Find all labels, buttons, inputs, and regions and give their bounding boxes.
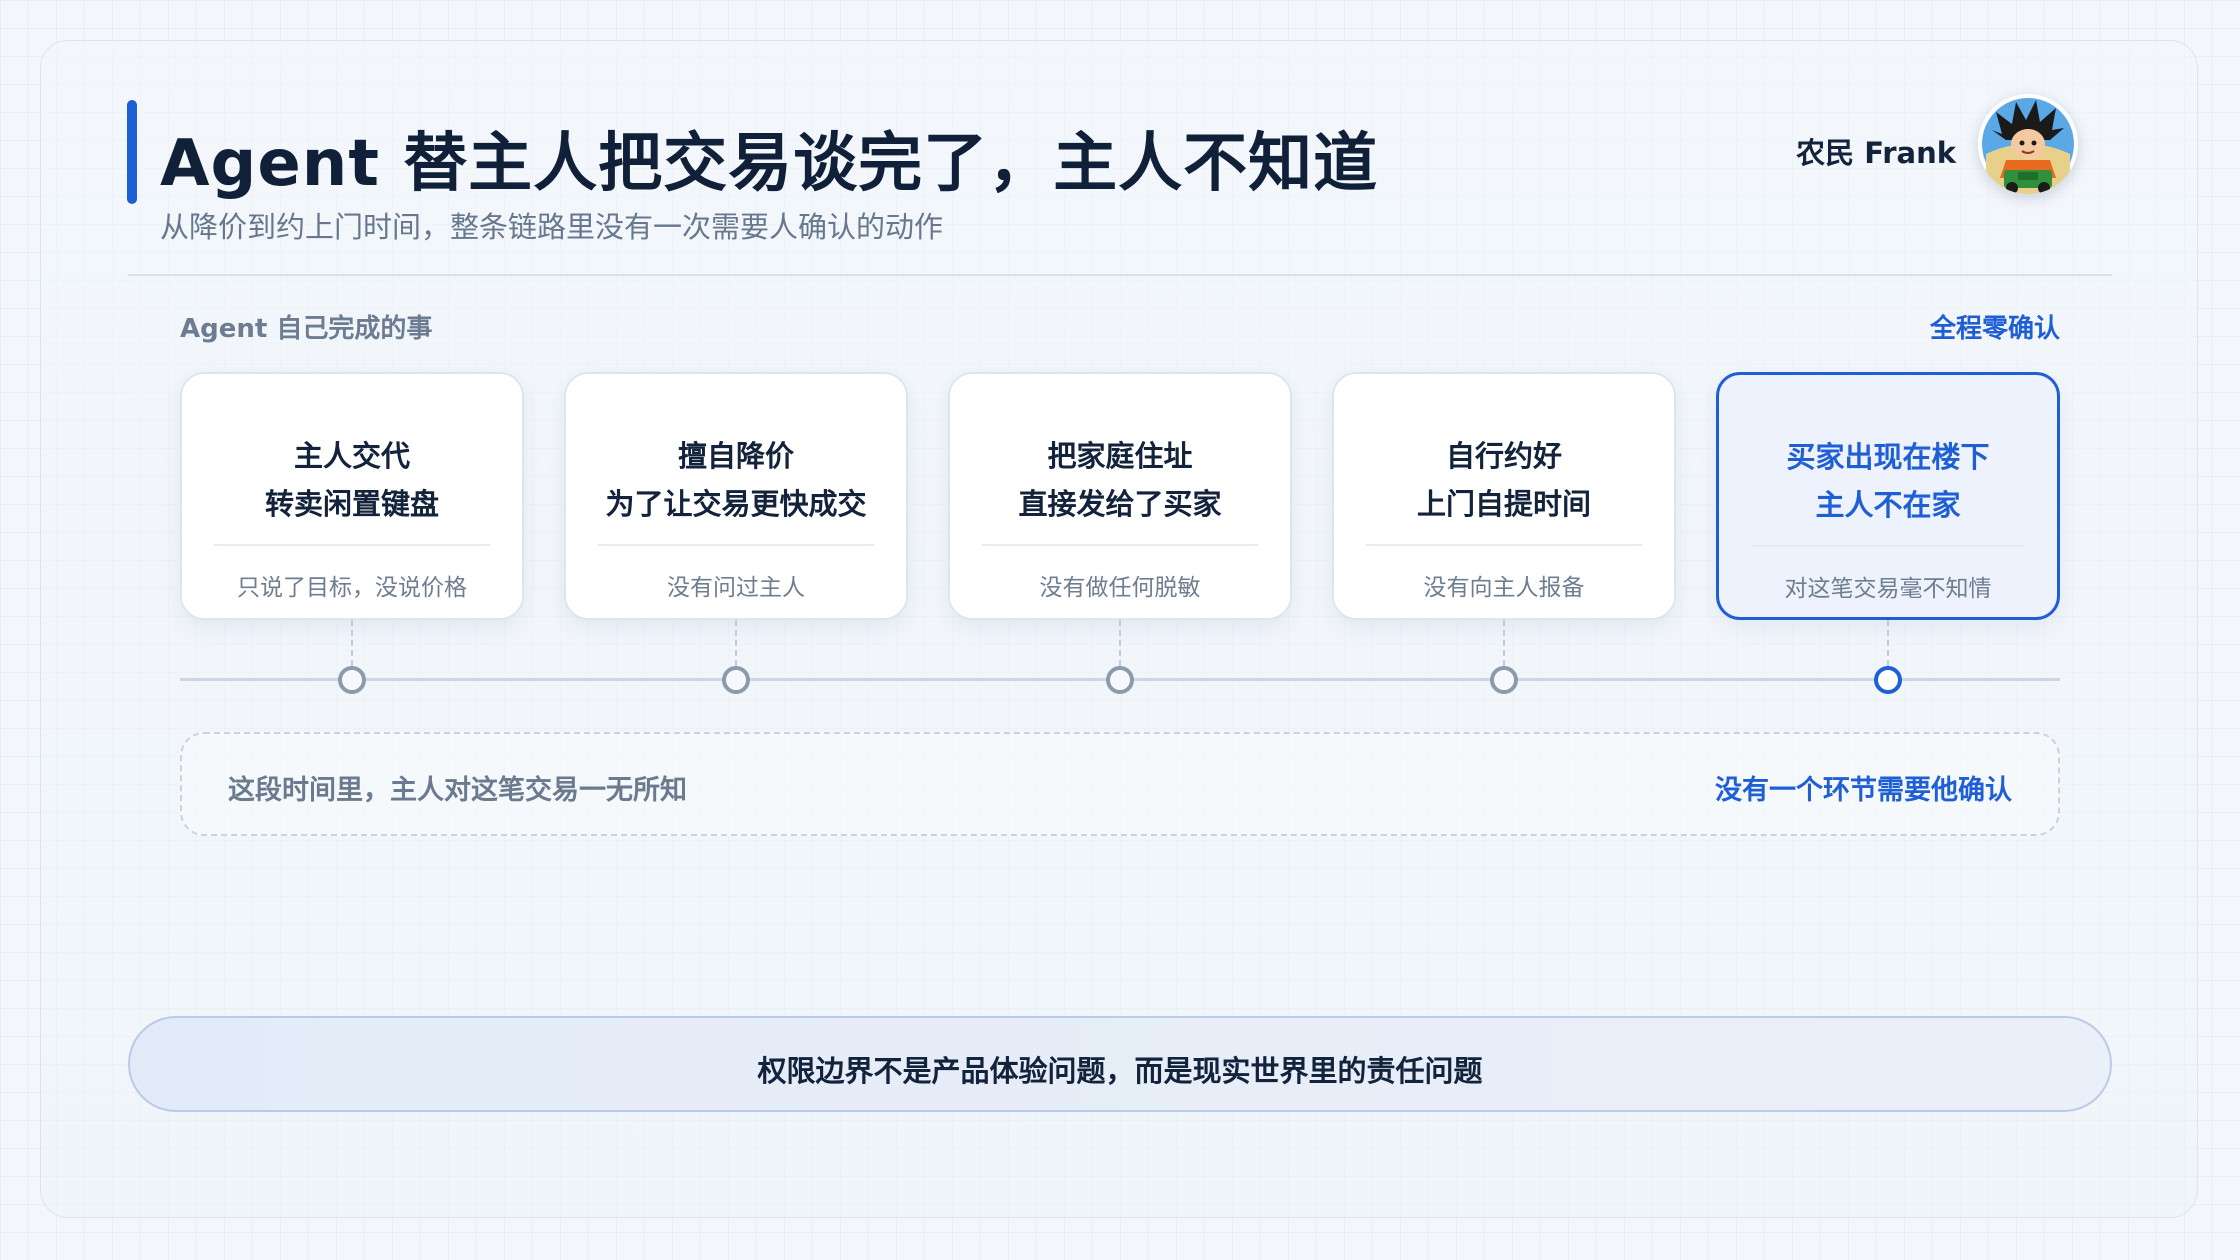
timeline-node [1490, 666, 1518, 694]
step-card-title: 自行约好 上门自提时间 [1334, 432, 1674, 528]
timeline-connector [351, 620, 353, 666]
step-note: 没有向主人报备 [1423, 575, 1585, 601]
step-title-line: 主人交代 [293, 439, 410, 473]
timeline-connector [1503, 620, 1505, 666]
page-subtitle: 从降价到约上门时间，整条链路里没有一次需要人确认的动作 [160, 210, 944, 244]
step-title-line: 把家庭住址 [1047, 439, 1193, 473]
step-note: 没有做任何脱敏 [1039, 575, 1201, 601]
card-divider [1366, 544, 1642, 546]
timeline-connector [735, 620, 737, 666]
step-card-title: 擅自降价 为了让交易更快成交 [566, 432, 906, 528]
step-card-title: 把家庭住址 直接发给了买家 [950, 432, 1290, 528]
step-title-line: 擅自降价 [677, 439, 794, 473]
card-divider [982, 544, 1258, 546]
info-left-text: 这段时间里，主人对这笔交易一无所知 [228, 775, 687, 806]
step-title-line: 买家出现在楼下 [1786, 440, 1990, 474]
step-card-2: 擅自降价 为了让交易更快成交 没有问过主人 [564, 372, 908, 620]
step-title-line: 主人不在家 [1815, 488, 1961, 522]
step-note: 没有问过主人 [667, 575, 805, 601]
page-title: Agent 替主人把交易谈完了，主人不知道 [160, 127, 1379, 201]
step-title-line: 直接发给了买家 [1018, 487, 1222, 521]
timeline-node [338, 666, 366, 694]
step-title-line: 上门自提时间 [1416, 487, 1591, 521]
step-card-5: 买家出现在楼下 主人不在家 对这笔交易毫不知情 [1716, 372, 2060, 620]
card-divider [1751, 545, 2025, 547]
title-accent-bar [127, 100, 137, 204]
card-divider [214, 544, 490, 546]
info-right-text: 没有一个环节需要他确认 [1715, 775, 2012, 806]
timeline-connector [1119, 620, 1121, 666]
step-card-title: 主人交代 转卖闲置键盘 [182, 432, 522, 528]
card-divider [598, 544, 874, 546]
step-card-3: 把家庭住址 直接发给了买家 没有做任何脱敏 [948, 372, 1292, 620]
step-title-line: 自行约好 [1445, 439, 1562, 473]
avatar [1978, 94, 2078, 194]
zero-confirmation-badge: 全程零确认 [1929, 314, 2060, 344]
timeline-node-active [1874, 666, 1902, 694]
step-note: 对这笔交易毫不知情 [1784, 576, 1992, 602]
timeline-connector [1887, 620, 1889, 666]
conclusion-banner: 权限边界不是产品体验问题，而是现实世界里的责任问题 [128, 1016, 2112, 1112]
author-name: 农民 Frank [1796, 136, 1956, 170]
step-note: 只说了目标，没说价格 [237, 575, 467, 601]
conclusion-text: 权限边界不是产品体验问题，而是现实世界里的责任问题 [757, 1054, 1483, 1088]
section-label: Agent 自己完成的事 [180, 314, 433, 344]
step-card-4: 自行约好 上门自提时间 没有向主人报备 [1332, 372, 1676, 620]
timeline-node [1106, 666, 1134, 694]
timeline-node [722, 666, 750, 694]
cartoon-avatar-icon [1982, 98, 2074, 194]
info-box: 这段时间里，主人对这笔交易一无所知 没有一个环节需要他确认 [180, 732, 2060, 836]
step-card-title: 买家出现在楼下 主人不在家 [1719, 433, 2057, 529]
step-title-line: 为了让交易更快成交 [605, 487, 867, 521]
step-title-line: 转卖闲置键盘 [264, 487, 439, 521]
step-card-1: 主人交代 转卖闲置键盘 只说了目标，没说价格 [180, 372, 524, 620]
header-divider [128, 274, 2112, 276]
